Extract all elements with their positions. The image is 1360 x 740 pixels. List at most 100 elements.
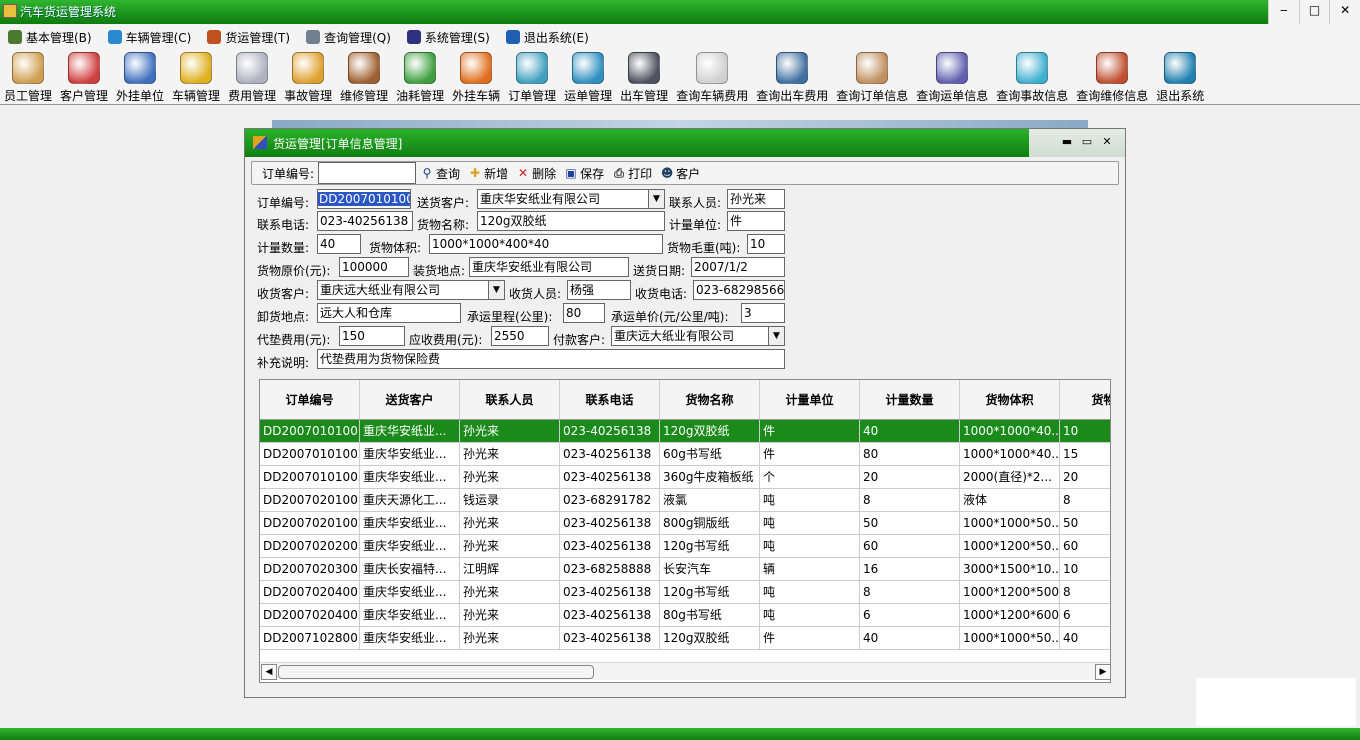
toolbar-button-9[interactable]: 订单管理 xyxy=(508,49,556,104)
toolbar-button-6[interactable]: 维修管理 xyxy=(340,49,388,104)
goods-field[interactable]: 120g双胶纸 xyxy=(477,211,665,231)
toolbar-button-3[interactable]: 车辆管理 xyxy=(172,49,220,104)
mileage-field[interactable]: 80 xyxy=(563,303,605,323)
minimize-button[interactable]: ‒ xyxy=(1268,0,1299,24)
toolbar-button-16[interactable]: 查询事故信息 xyxy=(996,49,1068,104)
scroll-right-icon[interactable]: ▶ xyxy=(1095,664,1110,680)
order-toolbar-button-0[interactable]: ⚲ 查询 xyxy=(420,165,460,182)
menu-item-3[interactable]: 查询管理(Q) xyxy=(306,29,391,46)
toolbar-button-7[interactable]: 油耗管理 xyxy=(396,49,444,104)
table-row[interactable]: DD20070101002 重庆华安纸业... 孙光来 023-40256138 60g… xyxy=(260,443,1110,466)
column-header[interactable]: 计量单位 xyxy=(760,380,860,419)
toolbar-button-18[interactable]: 退出系统 xyxy=(1156,49,1204,104)
child-maximize-button[interactable]: ▭ xyxy=(1077,135,1097,148)
close-button[interactable]: ✕ xyxy=(1329,0,1360,24)
sender-select[interactable]: 重庆华安纸业有限公司 ▼ xyxy=(477,189,665,209)
volume-field[interactable]: 1000*1000*400*40 xyxy=(429,234,663,254)
phone-field[interactable]: 023-40256138 xyxy=(317,211,413,231)
column-header[interactable]: 货物体积 xyxy=(960,380,1060,419)
table-cell: 长安汽车 xyxy=(660,558,760,580)
window-controls: ‒ □ ✕ xyxy=(1268,0,1360,24)
price-field[interactable]: 100000 xyxy=(339,257,409,277)
toolbar-button-1[interactable]: 客户管理 xyxy=(60,49,108,104)
order-no-field[interactable]: DD20070101001 xyxy=(317,189,411,209)
scroll-left-icon[interactable]: ◀ xyxy=(261,664,277,680)
rate-field[interactable]: 3 xyxy=(741,303,785,323)
contact-field[interactable]: 孙光来 xyxy=(727,189,785,209)
toolbar-button-12[interactable]: 查询车辆费用 xyxy=(676,49,748,104)
chevron-down-icon[interactable]: ▼ xyxy=(648,190,664,208)
weight-field[interactable]: 10 xyxy=(747,234,785,254)
column-header[interactable]: 送货客户 xyxy=(360,380,460,419)
child-close-button[interactable]: ✕ xyxy=(1097,135,1117,148)
menu-item-5[interactable]: 退出系统(E) xyxy=(505,29,589,46)
scroll-thumb[interactable] xyxy=(278,665,594,679)
qty-field[interactable]: 40 xyxy=(317,234,361,254)
toolbar-button-15[interactable]: 查询运单信息 xyxy=(916,49,988,104)
table-cell: 吨 xyxy=(760,512,860,534)
order-toolbar-button-label: 客户 xyxy=(676,166,701,181)
order-toolbar-button-3[interactable]: ▣ 保存 xyxy=(564,165,604,182)
search-order-input[interactable] xyxy=(318,162,417,184)
toolbar-button-2[interactable]: 外挂单位 xyxy=(116,49,164,104)
toolbar-button-17[interactable]: 查询维修信息 xyxy=(1076,49,1148,104)
table-row[interactable]: DD20070202001 重庆华安纸业... 孙光来 023-40256138 120… xyxy=(260,535,1110,558)
column-header[interactable]: 计量数量 xyxy=(860,380,960,419)
order-toolbar-button-5[interactable]: ☻ 客户 xyxy=(660,165,700,182)
receiver-phone-field[interactable]: 023-68298566 xyxy=(693,280,785,300)
table-row[interactable]: DD20071028001 重庆华安纸业... 孙光来 023-40256138 120… xyxy=(260,627,1110,650)
column-header[interactable]: 货物名称 xyxy=(660,380,760,419)
column-header[interactable]: 货物毛 xyxy=(1060,380,1110,419)
column-header[interactable]: 订单编号 xyxy=(260,380,360,419)
phone-label: 联系电话: xyxy=(257,218,310,232)
toolbar-button-11[interactable]: 出车管理 xyxy=(620,49,668,104)
table-row[interactable]: DD20070204002 重庆华安纸业... 孙光来 023-40256138 80g… xyxy=(260,604,1110,627)
toolbar-button-14[interactable]: 查询订单信息 xyxy=(836,49,908,104)
order-toolbar-button-1[interactable]: ✚ 新增 xyxy=(468,165,508,182)
column-header[interactable]: 联系电话 xyxy=(560,380,660,419)
menu-item-label: 退出系统(E) xyxy=(523,30,589,45)
table-row[interactable]: DD20070204001 重庆华安纸业... 孙光来 023-40256138 120… xyxy=(260,581,1110,604)
receiver-person-field[interactable]: 杨强 xyxy=(567,280,631,300)
menu-item-2[interactable]: 货运管理(T) xyxy=(207,29,290,46)
child-minimize-button[interactable]: ▬ xyxy=(1057,135,1077,148)
maximize-button[interactable]: □ xyxy=(1298,0,1330,24)
menu-item-4[interactable]: 系统管理(S) xyxy=(406,29,490,46)
note-field[interactable]: 代垫费用为货物保险费 xyxy=(317,349,785,369)
chevron-down-icon[interactable]: ▼ xyxy=(768,327,784,345)
order-toolbar-button-4[interactable]: ⎙ 打印 xyxy=(612,165,652,182)
unload-label: 卸货地点: xyxy=(257,310,310,324)
unit-field[interactable]: 件 xyxy=(727,211,785,231)
receiver-select[interactable]: 重庆远大纸业有限公司 ▼ xyxy=(317,280,505,300)
date-field[interactable]: 2007/1/2 xyxy=(691,257,785,277)
unload-field[interactable]: 远大人和仓库 xyxy=(317,303,461,323)
toolbar-button-10[interactable]: 运单管理 xyxy=(564,49,612,104)
table-cell: 023-40256138 xyxy=(560,535,660,557)
toolbar-button-4[interactable]: 费用管理 xyxy=(228,49,276,104)
table-header: 订单编号送货客户联系人员联系电话货物名称计量单位计量数量货物体积货物毛 xyxy=(260,380,1110,420)
horizontal-scrollbar[interactable]: ◀ ▶ xyxy=(260,662,1110,680)
table-row[interactable]: DD20070201002 重庆华安纸业... 孙光来 023-40256138 800… xyxy=(260,512,1110,535)
table-row[interactable]: DD20070203001 重庆长安福特... 江明辉 023-68258888 长安汽… xyxy=(260,558,1110,581)
table-row[interactable]: DD20070101003 重庆华安纸业... 孙光来 023-40256138 360… xyxy=(260,466,1110,489)
toolbar-button-13[interactable]: 查询出车费用 xyxy=(756,49,828,104)
column-header[interactable]: 联系人员 xyxy=(460,380,560,419)
order-check-icon xyxy=(516,52,549,84)
receivable-field[interactable]: 2550 xyxy=(491,326,549,346)
weight-label: 货物毛重(吨): xyxy=(667,241,741,255)
load-field[interactable]: 重庆华安纸业有限公司 xyxy=(469,257,629,277)
toolbar-button-5[interactable]: 事故管理 xyxy=(284,49,332,104)
order-toolbar-button-2[interactable]: ✕ 删除 xyxy=(516,165,556,182)
table-cell: DD20070101002 xyxy=(260,443,360,465)
advance-field[interactable]: 150 xyxy=(339,326,405,346)
menu-item-1[interactable]: 车辆管理(C) xyxy=(107,29,191,46)
table-cell: 8 xyxy=(1060,581,1110,603)
toolbar-button-0[interactable]: 员工管理 xyxy=(4,49,52,104)
chevron-down-icon[interactable]: ▼ xyxy=(488,281,504,299)
menu-item-0[interactable]: 基本管理(B) xyxy=(8,29,92,46)
table-row[interactable]: DD20070201001 重庆天源化工... 钱运录 023-68291782 液氯吨… xyxy=(260,489,1110,512)
toolbar-button-8[interactable]: 外挂车辆 xyxy=(452,49,500,104)
payer-select[interactable]: 重庆远大纸业有限公司 ▼ xyxy=(611,326,785,346)
table-row[interactable]: DD20070101001 重庆华安纸业... 孙光来 023-40256138 120… xyxy=(260,420,1110,443)
volume-label: 货物体积: xyxy=(369,241,422,255)
